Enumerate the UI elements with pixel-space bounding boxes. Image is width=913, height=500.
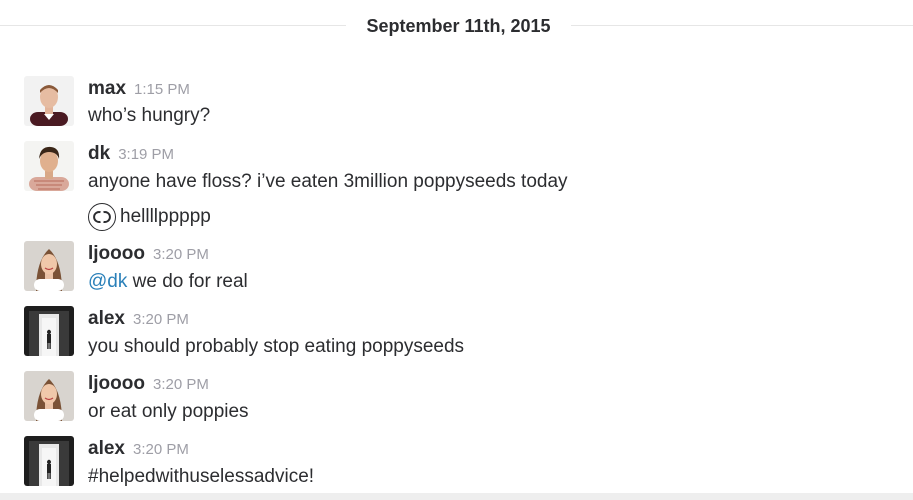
message-text: who’s hungry?	[88, 105, 211, 126]
timestamp[interactable]: 3:20 PM	[153, 246, 209, 263]
message-header: dk 3:19 PM	[88, 141, 174, 167]
message-header: alex 3:20 PM	[88, 306, 189, 332]
alex-avatar[interactable]	[24, 306, 74, 356]
message-text: @dk we do for real	[88, 269, 248, 295]
divider-line-left	[0, 25, 346, 26]
message-header: ljoooo 3:20 PM	[88, 241, 209, 267]
chat-message-pane: September 11th, 2015 max 1:15 PM who’s hu…	[0, 0, 913, 500]
chanel-logo-icon	[88, 203, 116, 231]
username[interactable]: max	[88, 78, 126, 99]
message-text: anyone have floss? i’ve eaten 3million p…	[88, 171, 568, 192]
ljoooo-avatar[interactable]	[24, 371, 74, 421]
message-header: alex 3:20 PM	[88, 436, 189, 462]
dk-avatar[interactable]	[24, 141, 74, 191]
max-avatar[interactable]	[24, 76, 74, 126]
username[interactable]: alex	[88, 308, 125, 329]
username[interactable]: ljoooo	[88, 373, 145, 394]
message-text-body: we do for real	[127, 271, 248, 292]
timestamp[interactable]: 3:19 PM	[118, 146, 174, 163]
bottom-edge	[0, 493, 913, 500]
timestamp[interactable]: 1:15 PM	[134, 81, 190, 98]
reaction-text: hellllppppp	[120, 206, 211, 227]
message-text: you should probably stop eating poppysee…	[88, 336, 465, 357]
date-divider-label: September 11th, 2015	[366, 16, 551, 36]
date-divider: September 11th, 2015	[0, 0, 913, 52]
timestamp[interactable]: 3:20 PM	[133, 311, 189, 328]
divider-line-right	[571, 25, 913, 26]
message-header: max 1:15 PM	[88, 76, 190, 102]
timestamp[interactable]: 3:20 PM	[133, 441, 189, 458]
message-text: or eat only poppies	[88, 401, 249, 422]
alex-avatar[interactable]	[24, 436, 74, 486]
username[interactable]: alex	[88, 438, 125, 459]
user-mention[interactable]: @dk	[88, 271, 127, 292]
timestamp[interactable]: 3:20 PM	[153, 376, 209, 393]
username[interactable]: dk	[88, 143, 110, 164]
message-text: #helpedwithuselessadvice!	[88, 466, 315, 487]
username[interactable]: ljoooo	[88, 243, 145, 264]
reaction-row[interactable]: hellllppppp	[88, 202, 211, 232]
message-header: ljoooo 3:20 PM	[88, 371, 209, 397]
ljoooo-avatar[interactable]	[24, 241, 74, 291]
